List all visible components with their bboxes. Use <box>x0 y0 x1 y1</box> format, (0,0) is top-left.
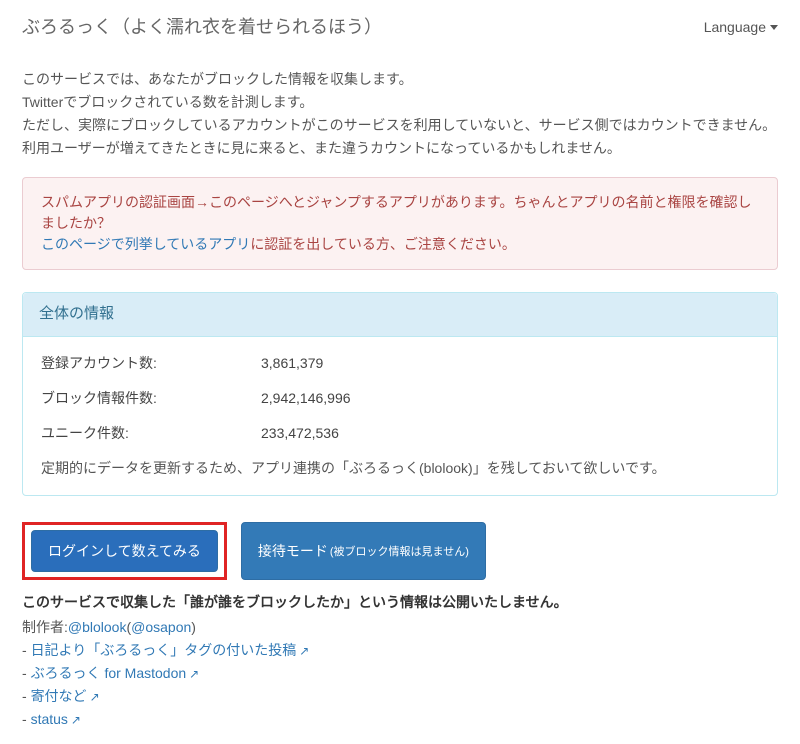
stat-value: 3,861,379 <box>261 353 411 374</box>
footer-link-line: - ぶろるっく for Mastodon↗ <box>22 663 778 684</box>
language-dropdown[interactable]: Language <box>704 17 778 38</box>
intro-text: このサービスでは、あなたがブロックした情報を収集します。 Twitterでブロッ… <box>22 69 778 159</box>
author-link-blolook[interactable]: @blolook <box>68 619 127 635</box>
author-link-osapon[interactable]: @osapon <box>131 619 191 635</box>
intro-line: 利用ユーザーが増えてきたときに見に来ると、また違うカウントになっているかもしれま… <box>22 138 778 159</box>
stat-label: 登録アカウント数: <box>41 353 261 374</box>
disclosure-text: このサービスで収集した「誰が誰をブロックしたか」という情報は公開いたしません。 <box>22 592 778 613</box>
footer-link[interactable]: 寄付など <box>31 688 87 704</box>
footer-link-line: - 日記より「ぶろるっく」タグの付いた投稿↗ <box>22 640 778 661</box>
stat-label: ブロック情報件数: <box>41 388 261 409</box>
spectator-mode-button[interactable]: 接待モード(被ブロック情報は見ません) <box>241 522 486 580</box>
spectator-sublabel: (被ブロック情報は見ません) <box>330 543 469 559</box>
button-row: ログインして数えてみる 接待モード(被ブロック情報は見ません) <box>22 522 778 580</box>
warning-alert: スパムアプリの認証画面→このページへとジャンプするアプリがあります。ちゃんとアプ… <box>22 177 778 270</box>
alert-line-2-after: に認証を出している方、ご注意ください。 <box>250 236 516 252</box>
stats-panel-title: 全体の情報 <box>23 293 777 337</box>
footer-link-line: - 寄付など↗ <box>22 686 778 707</box>
alert-line-2: このページで列挙しているアプリに認証を出している方、ご注意ください。 <box>41 234 759 255</box>
language-label: Language <box>704 17 766 38</box>
alert-apps-link[interactable]: このページで列挙しているアプリ <box>41 236 250 252</box>
paren-close: ) <box>191 619 196 635</box>
chevron-down-icon <box>770 25 778 30</box>
intro-line: Twitterでブロックされている数を計測します。 <box>22 92 778 113</box>
alert-line-1: スパムアプリの認証画面→このページへとジャンプするアプリがあります。ちゃんとアプ… <box>41 192 759 234</box>
stat-value: 233,472,536 <box>261 423 411 444</box>
login-highlight: ログインして数えてみる <box>22 522 227 580</box>
spectator-label: 接待モード <box>258 541 328 561</box>
page-title: ぶろるっく（よく濡れ衣を着せられるほう） <box>22 14 382 41</box>
external-link-icon: ↗ <box>71 711 81 729</box>
intro-line: このサービスでは、あなたがブロックした情報を収集します。 <box>22 69 778 90</box>
author-prefix: 制作者: <box>22 619 68 635</box>
external-link-icon: ↗ <box>90 688 100 706</box>
external-link-icon: ↗ <box>299 642 309 660</box>
footer-link[interactable]: 日記より「ぶろるっく」タグの付いた投稿 <box>31 642 297 658</box>
author-line: 制作者:@blolook(@osapon) <box>22 617 778 638</box>
stat-row: ユニーク件数: 233,472,536 <box>41 423 759 444</box>
external-link-icon: ↗ <box>189 665 199 683</box>
login-count-button[interactable]: ログインして数えてみる <box>31 530 218 572</box>
stat-row: 登録アカウント数: 3,861,379 <box>41 353 759 374</box>
intro-line: ただし、実際にブロックしているアカウントがこのサービスを利用していないと、サービ… <box>22 115 778 136</box>
stat-row: ブロック情報件数: 2,942,146,996 <box>41 388 759 409</box>
footer-link-line: - status↗ <box>22 709 778 730</box>
stat-value: 2,942,146,996 <box>261 388 411 409</box>
stats-note: 定期的にデータを更新するため、アプリ連携の「ぶろるっく(blolook)」を残し… <box>41 458 759 479</box>
footer-link[interactable]: status <box>31 711 68 727</box>
stats-panel: 全体の情報 登録アカウント数: 3,861,379 ブロック情報件数: 2,94… <box>22 292 778 496</box>
footer-link[interactable]: ぶろるっく for Mastodon <box>31 665 187 681</box>
stat-label: ユニーク件数: <box>41 423 261 444</box>
